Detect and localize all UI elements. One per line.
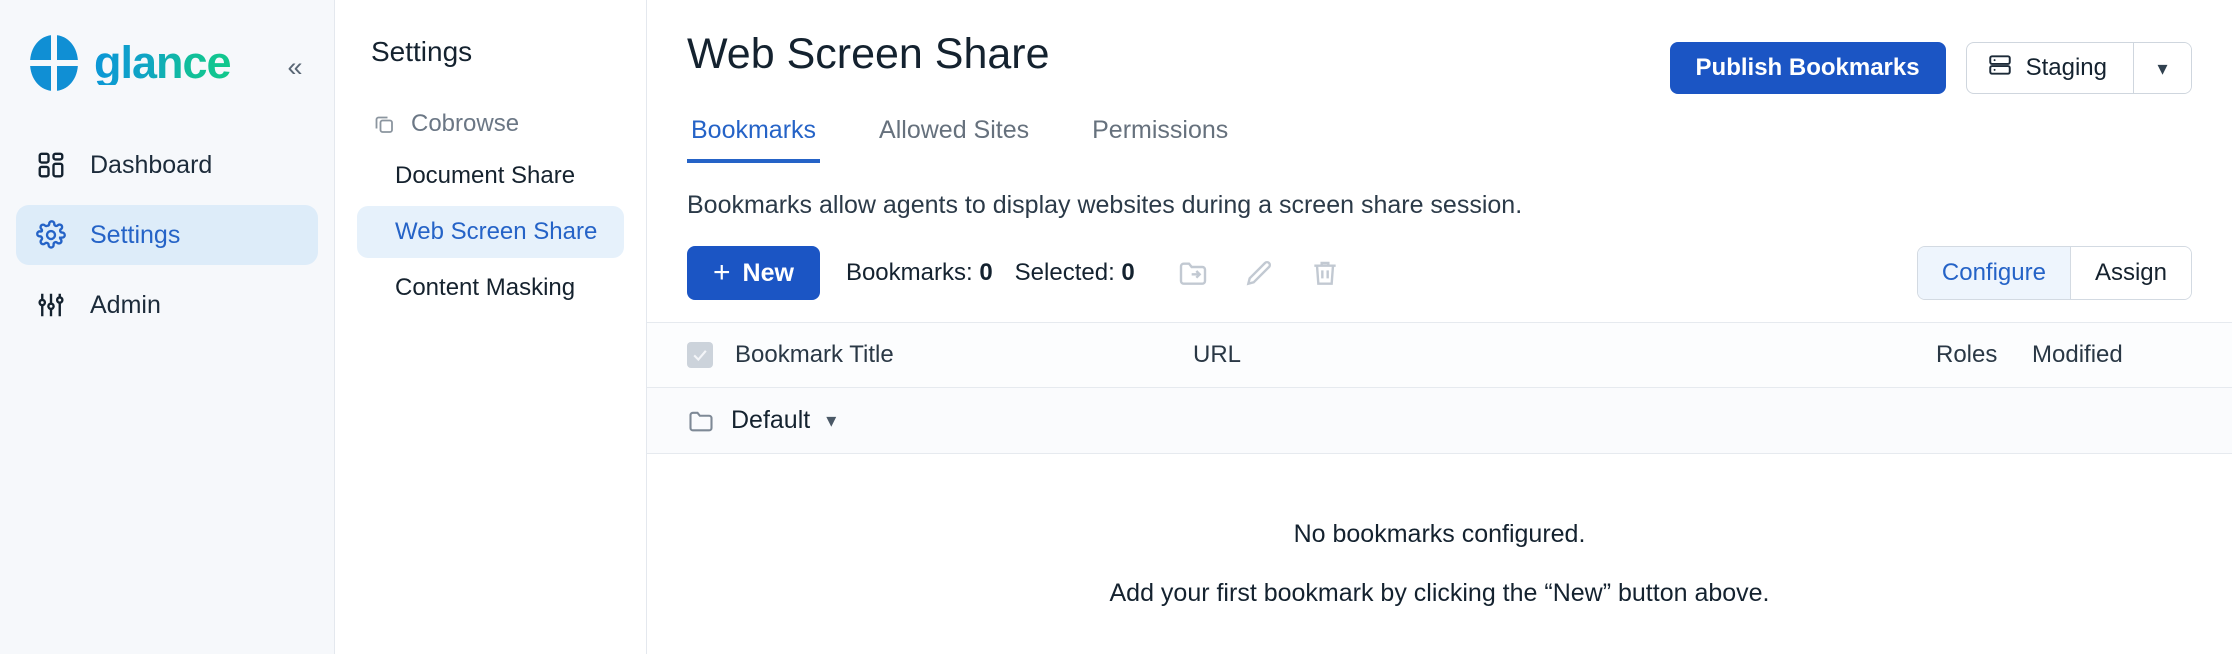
select-all-checkbox[interactable]: [687, 342, 735, 368]
copy-layers-icon: [371, 111, 397, 137]
move-to-folder-icon[interactable]: [1171, 251, 1215, 295]
chevron-down-icon[interactable]: ▾: [826, 408, 836, 433]
settings-group-cobrowse[interactable]: Cobrowse: [357, 102, 624, 146]
toolbar-left-group: + New Bookmarks: 0 Selected: 0: [687, 246, 1347, 300]
primary-sidebar: glance « Dashboard Settings Admin: [0, 0, 335, 654]
segment-label: Assign: [2095, 259, 2167, 287]
column-header-modified[interactable]: Modified: [2032, 341, 2192, 369]
settings-item-content-masking[interactable]: Content Masking: [357, 262, 624, 314]
bookmark-counts: Bookmarks: 0 Selected: 0: [846, 259, 1135, 287]
plus-icon: +: [713, 258, 731, 288]
sidebar-item-label: Admin: [90, 291, 161, 320]
main-content: Web Screen Share Publish Bookmarks Stagi…: [647, 0, 2232, 654]
bookmarks-table: Bookmark Title URL Roles Modified Defaul…: [647, 322, 2232, 608]
table-header-row: Bookmark Title URL Roles Modified: [647, 322, 2232, 388]
settings-panel-title: Settings: [357, 36, 624, 68]
settings-item-label: Content Masking: [395, 274, 575, 302]
app-root: glance « Dashboard Settings Admin: [0, 0, 2232, 654]
sidebar-item-dashboard[interactable]: Dashboard: [16, 135, 318, 195]
server-stack-icon: [1987, 52, 2013, 85]
brand-row: glance «: [0, 0, 334, 125]
column-header-roles[interactable]: Roles: [1936, 341, 2032, 369]
checkmark-icon: [687, 342, 713, 368]
column-header-bookmark-title[interactable]: Bookmark Title: [735, 341, 1193, 369]
main-header: Web Screen Share Publish Bookmarks Stagi…: [647, 0, 2232, 94]
bookmarks-toolbar: + New Bookmarks: 0 Selected: 0: [647, 220, 2232, 300]
page-title: Web Screen Share: [687, 30, 1050, 79]
sidebar-item-admin[interactable]: Admin: [16, 275, 318, 335]
header-actions: Publish Bookmarks Staging ▾: [1670, 30, 2192, 94]
bookmarks-count-value: 0: [979, 259, 992, 286]
environment-value[interactable]: Staging: [1967, 43, 2133, 93]
segment-assign[interactable]: Assign: [2071, 247, 2191, 299]
brand-name: glance: [94, 40, 231, 85]
publish-bookmarks-button[interactable]: Publish Bookmarks: [1670, 42, 1946, 94]
settings-item-web-screen-share[interactable]: Web Screen Share: [357, 206, 624, 258]
tab-label: Allowed Sites: [879, 116, 1029, 144]
sliders-icon: [34, 288, 68, 322]
settings-item-label: Document Share: [395, 162, 575, 190]
empty-state-title: No bookmarks configured.: [647, 520, 2232, 549]
settings-item-label: Web Screen Share: [395, 218, 597, 246]
gear-icon: [34, 218, 68, 252]
glance-quadrant-logo-icon: [28, 34, 80, 92]
settings-item-document-share[interactable]: Document Share: [357, 150, 624, 202]
tab-label: Bookmarks: [691, 116, 816, 144]
bookmarks-count: Bookmarks: 0: [846, 259, 993, 287]
environment-label: Staging: [2026, 54, 2107, 82]
empty-state: No bookmarks configured. Add your first …: [647, 454, 2232, 608]
environment-select[interactable]: Staging ▾: [1966, 42, 2192, 94]
tab-permissions[interactable]: Permissions: [1088, 116, 1232, 163]
folder-name: Default: [731, 406, 810, 435]
tab-bookmarks[interactable]: Bookmarks: [687, 116, 820, 163]
sidebar-item-label: Dashboard: [90, 151, 212, 180]
tab-label: Permissions: [1092, 116, 1228, 144]
tab-allowed-sites[interactable]: Allowed Sites: [875, 116, 1033, 163]
segment-configure[interactable]: Configure: [1918, 247, 2071, 299]
sidebar-item-label: Settings: [90, 221, 180, 250]
bookmarks-count-label: Bookmarks:: [846, 259, 973, 286]
settings-sub-panel: Settings Cobrowse Document Share Web Scr…: [335, 0, 647, 654]
dashboard-grid-icon: [34, 148, 68, 182]
selected-count-label: Selected:: [1015, 259, 1115, 286]
folder-icon: [687, 406, 717, 436]
new-bookmark-button[interactable]: + New: [687, 246, 820, 300]
view-mode-segments: Configure Assign: [1917, 246, 2192, 300]
chevron-double-left-icon[interactable]: «: [278, 50, 312, 84]
sidebar-item-settings[interactable]: Settings: [16, 205, 318, 265]
column-header-url[interactable]: URL: [1193, 341, 1936, 369]
settings-group-label: Cobrowse: [411, 110, 519, 138]
tab-bar: Bookmarks Allowed Sites Permissions: [647, 116, 2232, 163]
segment-label: Configure: [1942, 259, 2046, 287]
folder-row-default[interactable]: Default ▾: [647, 388, 2232, 454]
trash-delete-icon[interactable]: [1303, 251, 1347, 295]
empty-state-hint: Add your first bookmark by clicking the …: [647, 579, 2232, 608]
chevron-down-icon[interactable]: ▾: [2133, 43, 2191, 93]
selected-count: Selected: 0: [1015, 259, 1135, 287]
toolbar-icon-actions: [1171, 251, 1347, 295]
selected-count-value: 0: [1121, 259, 1134, 286]
edit-pencil-icon[interactable]: [1237, 251, 1281, 295]
section-description: Bookmarks allow agents to display websit…: [647, 163, 2232, 220]
primary-nav: Dashboard Settings Admin: [0, 135, 334, 335]
new-button-label: New: [743, 259, 794, 288]
